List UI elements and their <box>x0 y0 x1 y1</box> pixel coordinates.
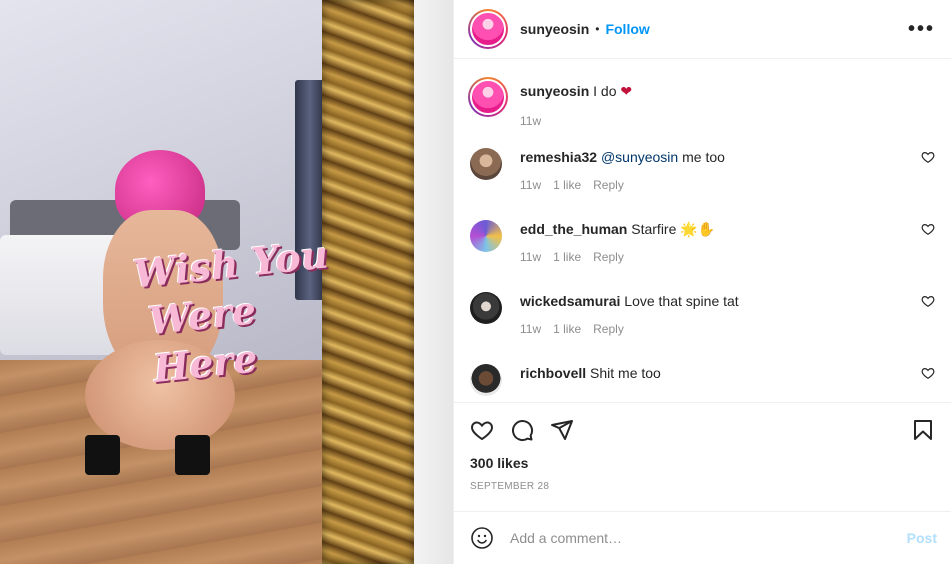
figure-heel-left <box>85 435 120 475</box>
comment-timestamp[interactable]: 11w <box>520 178 541 192</box>
comment-avatar[interactable] <box>470 220 502 252</box>
image-right-wall <box>414 0 453 564</box>
share-paper-plane-icon[interactable] <box>550 418 574 442</box>
comment-avatar[interactable] <box>470 292 502 324</box>
comment-like-count[interactable]: 1 like <box>553 322 581 336</box>
comment-text: me too <box>678 149 725 165</box>
comment-heart-icon[interactable] <box>921 366 935 380</box>
comment-item: edd_the_human Starfire 🌟✋ 11w 1 like Rep… <box>468 220 935 272</box>
caption-text: I do <box>593 83 617 99</box>
comment-heart-icon[interactable] <box>921 150 935 164</box>
post-actions: 300 likes SEPTEMBER 28 <box>454 402 951 511</box>
comment-username[interactable]: wickedsamurai <box>520 293 620 309</box>
caption-emoji: ❤ <box>620 83 633 99</box>
comment-reply-button[interactable]: Reply <box>593 250 624 264</box>
post-header: sunyeosin • Follow ••• <box>454 0 951 59</box>
caption-timestamp[interactable]: 11w <box>520 114 632 128</box>
comment-item: wickedsamurai Love that spine tat 11w 1 … <box>468 292 935 344</box>
comment-input[interactable] <box>510 530 907 546</box>
comment-mention[interactable]: @sunyeosin <box>601 149 678 165</box>
comment-heart-icon[interactable] <box>921 294 935 308</box>
comment-timestamp[interactable]: 11w <box>520 250 541 264</box>
more-options-icon[interactable]: ••• <box>908 18 935 41</box>
post-caption: sunyeosin I do ❤ 11w <box>468 77 935 128</box>
comments-list[interactable]: sunyeosin I do ❤ 11w remeshia32 @sunyeos… <box>454 59 951 402</box>
comment-bubble-icon[interactable] <box>510 418 534 442</box>
comment-item: remeshia32 @sunyeosin me too 11w 1 like … <box>468 148 935 200</box>
like-count[interactable]: 300 likes <box>470 455 935 471</box>
comment-item: richbovell Shit me too <box>468 364 935 402</box>
comment-username[interactable]: edd_the_human <box>520 221 627 237</box>
figure-heel-right <box>175 435 210 475</box>
comment-timestamp[interactable]: 11w <box>520 322 541 336</box>
comment-heart-icon[interactable] <box>921 222 935 236</box>
image-overlay-text: Wish You Were Here <box>131 230 345 394</box>
comment-text: Love that spine tat <box>624 293 739 309</box>
post-panel: sunyeosin • Follow ••• sunyeosin I do ❤ … <box>453 0 951 564</box>
post-date[interactable]: SEPTEMBER 28 <box>470 481 935 492</box>
post-image[interactable]: Wish You Were Here <box>0 0 453 564</box>
post-comment-button[interactable]: Post <box>907 530 937 546</box>
author-username[interactable]: sunyeosin <box>520 21 589 37</box>
comment-text: Shit me too <box>590 365 661 381</box>
like-heart-icon[interactable] <box>470 418 494 442</box>
comment-text: Starfire 🌟✋ <box>631 221 716 237</box>
overlay-line-2: Were Here <box>146 287 260 392</box>
follow-button[interactable]: Follow <box>605 21 649 37</box>
caption-avatar[interactable] <box>468 77 508 117</box>
comment-like-count[interactable]: 1 like <box>553 178 581 192</box>
emoji-icon[interactable] <box>470 526 494 550</box>
comment-reply-button[interactable]: Reply <box>593 178 624 192</box>
comment-username[interactable]: richbovell <box>520 365 586 381</box>
comment-avatar[interactable] <box>470 148 502 180</box>
mirror-frame <box>322 0 414 564</box>
caption-username[interactable]: sunyeosin <box>520 83 589 99</box>
bookmark-icon[interactable] <box>911 418 935 442</box>
comment-reply-button[interactable]: Reply <box>593 322 624 336</box>
comment-like-count[interactable]: 1 like <box>553 250 581 264</box>
add-comment-bar: Post <box>454 511 951 564</box>
comment-username[interactable]: remeshia32 <box>520 149 597 165</box>
comment-avatar[interactable] <box>470 364 502 396</box>
header-separator: • <box>595 22 600 36</box>
author-avatar[interactable] <box>468 9 508 49</box>
